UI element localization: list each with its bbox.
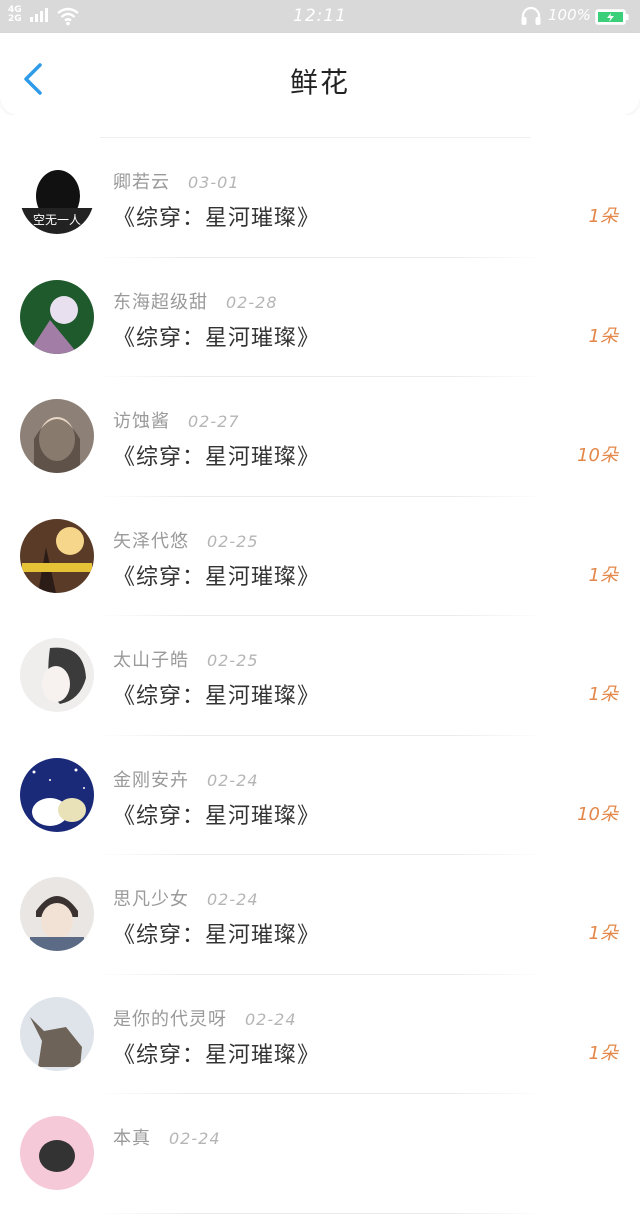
flower-count: 1朵	[588, 325, 618, 347]
send-date: 02-24	[207, 890, 259, 909]
header: 鲜花	[0, 33, 640, 115]
avatar[interactable]	[20, 518, 94, 593]
list-item[interactable]: 本真 02-24	[0, 1094, 640, 1214]
sender-name-text: 东海超级甜	[113, 291, 208, 313]
avatar[interactable]: 空无一人	[20, 160, 94, 234]
list-item[interactable]: 空无一人 卿若云 03-01 《综穿：星河璀璨》 1朵	[0, 138, 640, 258]
book-title: 《综穿：星河璀璨》	[113, 445, 321, 470]
avatar[interactable]	[20, 757, 94, 832]
flower-count: 1朵	[588, 1042, 618, 1064]
flower-count: 10朵	[577, 445, 618, 466]
battery-icon	[595, 9, 629, 25]
send-date: 02-24	[207, 770, 259, 790]
avatar[interactable]	[20, 877, 94, 951]
flower-list: 空无一人 卿若云 03-01 《综穿：星河璀璨》 1朵 东海超级甜 02-28 《综穿：星河璀…	[0, 138, 640, 1214]
flower-count: 1朵	[588, 923, 618, 944]
send-date: 03-01	[188, 173, 240, 192]
list-item[interactable]: 是你的代灵呀 02-24 《综穿：星河璀璨》 1朵	[0, 975, 640, 1094]
send-date: 02-27	[188, 412, 240, 431]
list-item[interactable]: 东海超级甜 02-28 《综穿：星河璀璨》 1朵	[0, 258, 640, 377]
list-item[interactable]: 太山子皓 02-25 《综穿：星河璀璨》 1朵	[0, 616, 640, 736]
battery-percent: 100%	[548, 6, 591, 24]
book-title: 《综穿：星河璀璨》	[113, 803, 321, 829]
sender-name: 访蚀酱 02-27	[113, 407, 240, 433]
book-title: 《综穿：星河璀璨》	[113, 564, 321, 590]
sender-name-text: 本真	[113, 1128, 151, 1149]
sender-name-text: 访蚀酱	[113, 411, 170, 432]
send-date: 02-24	[169, 1129, 221, 1148]
avatar[interactable]	[20, 996, 94, 1071]
send-date: 02-24	[245, 1009, 297, 1029]
book-title: 《综穿：星河璀璨》	[113, 206, 321, 231]
sender-name-text: 金刚安卉	[113, 769, 189, 791]
send-date: 02-25	[207, 531, 259, 551]
flower-count: 10朵	[577, 803, 618, 825]
flower-count: 1朵	[588, 564, 618, 586]
send-date: 02-28	[226, 292, 278, 312]
sender-name: 矢泽代悠 02-25	[113, 527, 259, 553]
flower-count: 1朵	[588, 684, 618, 705]
sender-name: 东海超级甜 02-28	[113, 288, 278, 314]
headset-icon	[521, 6, 541, 25]
book-title: 《综穿：星河璀璨》	[113, 1042, 321, 1068]
status-bar: 4G 2G 12:11 100%	[0, 0, 640, 33]
divider	[96, 1212, 546, 1214]
list-item[interactable]: 矢泽代悠 02-25 《综穿：星河璀璨》 1朵	[0, 497, 640, 616]
flower-count: 1朵	[588, 206, 618, 227]
sender-name-text: 是你的代灵呀	[113, 1008, 227, 1030]
sender-name: 思凡少女 02-24	[113, 885, 259, 911]
sender-name: 是你的代灵呀 02-24	[113, 1005, 297, 1031]
book-title: 《综穿：星河璀璨》	[113, 923, 321, 948]
book-title: 《综穿：星河璀璨》	[113, 684, 321, 709]
page-title: 鲜花	[289, 66, 350, 99]
send-date: 02-25	[207, 651, 259, 670]
sender-name: 本真 02-24	[113, 1124, 221, 1150]
header-gap	[0, 115, 640, 137]
status-time: 12:11	[293, 6, 347, 26]
sender-name: 卿若云 03-01	[113, 168, 240, 194]
avatar-badge: 空无一人	[32, 213, 81, 227]
list-item[interactable]: 金刚安卉 02-24 《综穿：星河璀璨》 10朵	[0, 736, 640, 855]
list-item[interactable]: 访蚀酱 02-27 《综穿：星河璀璨》 10朵	[0, 377, 640, 497]
list-item[interactable]: 思凡少女 02-24 《综穿：星河璀璨》 1朵	[0, 855, 640, 975]
sender-name-text: 矢泽代悠	[113, 530, 189, 552]
sender-name: 太山子皓 02-25	[113, 646, 259, 672]
sender-name-text: 思凡少女	[113, 889, 189, 910]
avatar[interactable]	[20, 638, 94, 712]
avatar[interactable]	[20, 1116, 94, 1190]
avatar[interactable]	[20, 399, 94, 473]
avatar[interactable]	[20, 279, 94, 354]
sender-name-text: 太山子皓	[113, 650, 189, 671]
sender-name-text: 卿若云	[113, 172, 170, 193]
book-title: 《综穿：星河璀璨》	[113, 325, 321, 351]
sender-name: 金刚安卉 02-24	[113, 766, 259, 792]
